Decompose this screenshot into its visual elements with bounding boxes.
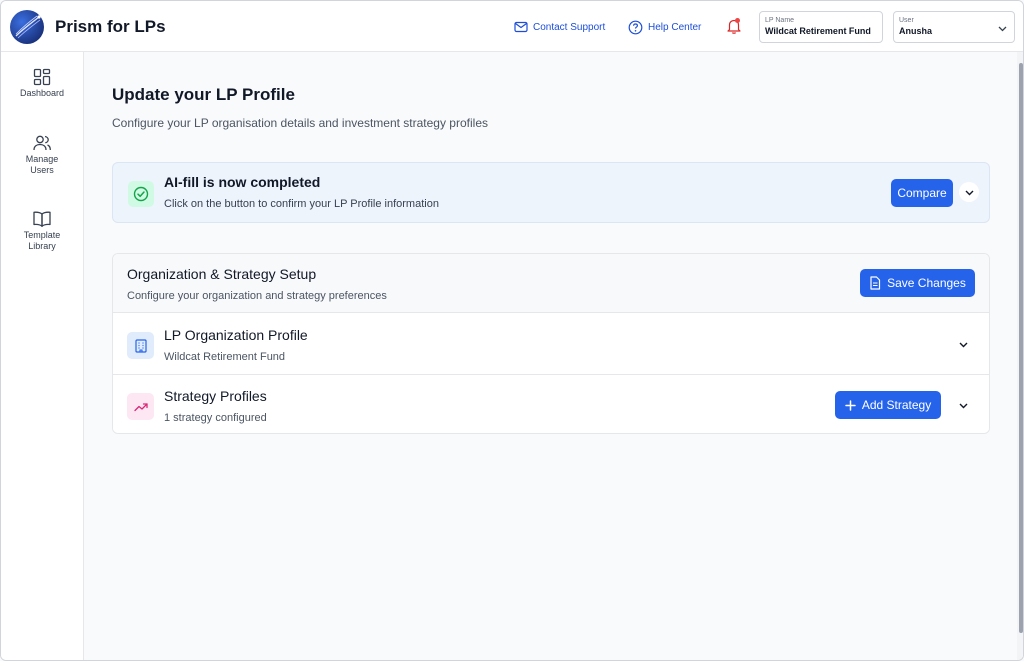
app-window: Prism for LPs Contact Support Help Cente… [0,0,1024,661]
organization-strategy-card: Organization & Strategy Setup Configure … [112,253,990,434]
sidebar-item-dashboard[interactable]: Dashboard [1,68,83,99]
ai-fill-banner: AI-fill is now completed Click on the bu… [112,162,990,223]
page-subtitle: Configure your LP organisation details a… [112,116,488,130]
add-strategy-button[interactable]: Add Strategy [835,391,941,419]
strategy-profiles-row[interactable]: Strategy Profiles 1 strategy configured … [113,374,989,433]
logo-icon[interactable] [10,10,44,44]
add-strategy-label: Add Strategy [861,398,932,412]
sidebar-item-template-library[interactable]: Template Library [1,210,83,252]
chevron-down-icon [998,26,1007,32]
contact-support-label: Contact Support [533,21,606,33]
save-changes-button[interactable]: Save Changes [860,269,975,297]
user-value: Anusha [899,26,933,36]
strategy-expand-button[interactable] [953,395,973,415]
ai-fill-expand-button[interactable] [959,182,979,202]
sidebar-label-manage-users: Manage Users [25,154,59,175]
trending-up-icon [127,393,154,420]
sidebar-label-dashboard: Dashboard [19,88,65,98]
bell-icon[interactable] [725,17,743,35]
ai-fill-title: AI-fill is now completed [164,174,321,190]
notification-dot [735,18,740,23]
card-title: Organization & Strategy Setup [127,266,317,282]
chevron-down-icon [959,403,967,408]
contact-support-link[interactable]: Contact Support [514,19,605,35]
ai-fill-subtitle: Click on the button to confirm your LP P… [164,198,439,210]
strategy-profiles-subtitle: 1 strategy configured [164,412,267,424]
building-icon [127,332,154,359]
top-header: Prism for LPs Contact Support Help Cente… [1,1,1023,52]
page-title: Update your LP Profile [112,85,295,104]
save-changes-label: Save Changes [887,276,966,290]
compare-button[interactable]: Compare [891,179,953,207]
help-circle-icon [628,20,643,34]
chevron-down-icon [959,342,967,347]
help-center-label: Help Center [648,21,702,33]
book-icon [33,211,51,227]
user-label: User [899,17,914,24]
mail-icon [514,21,528,33]
check-circle-icon [128,181,154,207]
lp-org-profile-title: LP Organization Profile [164,327,308,343]
chevron-down-icon [965,190,973,195]
dashboard-icon [33,68,51,86]
strategy-profiles-title: Strategy Profiles [164,388,267,404]
card-subtitle: Configure your organization and strategy… [127,290,387,302]
lp-name-selector[interactable]: LP Name Wildcat Retirement Fund [759,11,883,43]
sidebar-label-template-library: Template Library [23,230,61,251]
sidebar: Dashboard Manage Users Template Library [1,52,84,660]
card-header: Organization & Strategy Setup Configure … [113,254,989,313]
lp-org-profile-subtitle: Wildcat Retirement Fund [164,351,286,363]
lp-name-value: Wildcat Retirement Fund [765,26,871,36]
document-icon [870,276,881,290]
help-center-link[interactable]: Help Center [628,19,701,35]
compare-button-label: Compare [897,186,947,200]
user-selector[interactable]: User Anusha [893,11,1015,43]
lp-organization-profile-row[interactable]: LP Organization Profile Wildcat Retireme… [113,314,989,374]
app-title: Prism for LPs [55,17,166,36]
lp-org-expand-button[interactable] [953,334,973,354]
users-icon [33,135,51,151]
plus-icon [845,399,856,411]
scrollbar-thumb[interactable] [1019,63,1023,633]
lp-name-label: LP Name [765,17,795,24]
sidebar-item-manage-users[interactable]: Manage Users [1,134,83,176]
